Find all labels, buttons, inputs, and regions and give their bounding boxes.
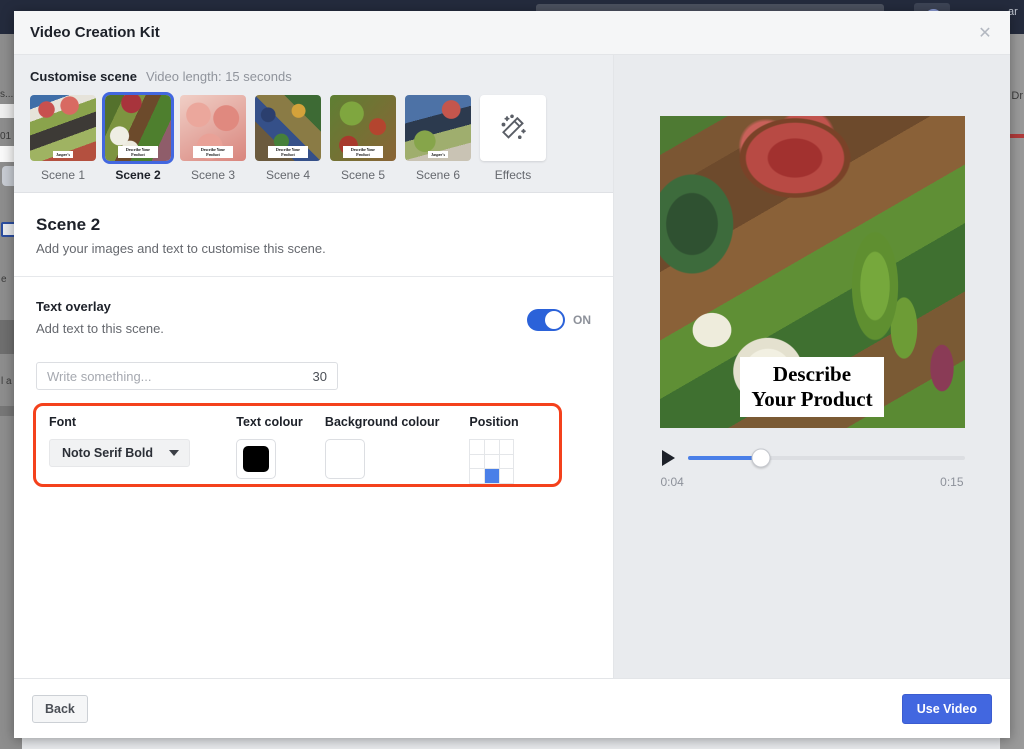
position-cell-8[interactable] — [499, 469, 514, 483]
player-controls: 0:04 0:15 — [660, 448, 965, 489]
video-preview: Describe Your Product — [659, 116, 965, 428]
time-row: 0:04 0:15 — [660, 475, 965, 489]
use-video-button[interactable]: Use Video — [901, 693, 992, 724]
background-colour-control: Background colour — [324, 415, 469, 484]
text-overlay-header: Text overlay Add text to this scene. ON — [36, 299, 591, 336]
player-row — [660, 448, 965, 468]
position-cell-0[interactable] — [470, 440, 485, 454]
scene-item-3[interactable]: Describe Your Product Scene 3 — [180, 95, 246, 182]
scene-detail-title: Scene 2 — [36, 215, 101, 234]
scene-thumbnail: Jasper's — [405, 95, 471, 161]
text-overlay-subtitle: Add text to this scene. — [36, 321, 164, 336]
text-overlay-title: Text overlay — [36, 299, 111, 314]
text-style-controls-highlight: Font Noto Serif Bold Text colour Backgro… — [33, 403, 562, 487]
position-cell-3[interactable] — [470, 454, 485, 469]
character-count: 30 — [312, 368, 327, 384]
current-time: 0:04 — [660, 475, 684, 489]
scene-item-label: Scene 5 — [340, 168, 386, 182]
scene-thumbnail: Describe Your Product — [255, 95, 321, 161]
scene-item-2[interactable]: Describe Your Product Scene 2 — [105, 95, 171, 182]
text-colour-control: Text colour — [236, 415, 325, 484]
position-cell-1[interactable] — [485, 440, 499, 454]
text-colour-label: Text colour — [236, 415, 303, 429]
text-overlay-toggle-label: ON — [573, 313, 591, 327]
font-control: Font Noto Serif Bold — [49, 415, 236, 484]
position-cell-7[interactable] — [485, 469, 499, 483]
back-button[interactable]: Back — [32, 694, 88, 723]
position-label: Position — [469, 415, 519, 429]
position-cell-4[interactable] — [485, 454, 499, 469]
scene-thumbnail-caption: Describe Your Product — [343, 146, 383, 158]
scene-thumbnail-list: Jasper's Scene 1 Describe Your Product Scen… — [30, 95, 597, 182]
scene-item-label: Scene 2 — [115, 168, 161, 182]
total-time: 0:15 — [940, 475, 964, 489]
background-left-fragment-3: e — [1, 274, 7, 285]
dialog-title: Video Creation Kit — [30, 24, 160, 41]
scene-thumbnail-caption: Describe Your Product — [118, 146, 158, 158]
play-icon[interactable] — [661, 450, 675, 466]
font-select-value: Noto Serif Bold — [62, 446, 153, 460]
scene-item-label: Effects — [494, 168, 532, 182]
text-overlay-toggle-wrap: ON — [527, 299, 591, 331]
video-creation-kit-dialog: Video Creation Kit ✕ Customise scene Vid… — [14, 11, 1010, 738]
background-colour-label: Background colour — [324, 415, 440, 429]
dialog-header: Video Creation Kit ✕ — [14, 11, 1010, 55]
scene-thumbnail-caption: Jasper's — [53, 151, 73, 158]
close-icon[interactable]: ✕ — [972, 20, 998, 46]
scene-strip-header: Customise scene Video length: 15 seconds — [30, 69, 597, 84]
dialog-body: Customise scene Video length: 15 seconds… — [14, 55, 1010, 678]
scene-item-1[interactable]: Jasper's Scene 1 — [30, 95, 96, 182]
background-left-fragment-4: l a — [1, 376, 12, 387]
scrubber-thumb[interactable] — [751, 448, 771, 468]
customise-scene-label: Customise scene — [30, 69, 137, 84]
scene-thumbnail-caption: Describe Your Product — [193, 146, 233, 158]
scene-detail-section: Scene 2 Add your images and text to cust… — [14, 193, 613, 277]
position-control: Position — [469, 415, 559, 484]
text-overlay-toggle[interactable] — [527, 309, 565, 331]
scene-detail-subtitle: Add your images and text to customise th… — [36, 241, 326, 256]
text-colour-swatch[interactable] — [236, 439, 277, 479]
scene-thumbnail: Jasper's — [30, 95, 96, 161]
scene-strip: Customise scene Video length: 15 seconds… — [14, 55, 613, 193]
scene-item-effects[interactable]: Effects — [480, 95, 546, 182]
background-right-fragment: Dr — [1011, 90, 1023, 102]
text-input-row: 30 — [36, 362, 591, 390]
chevron-down-icon — [169, 450, 179, 456]
position-grid[interactable] — [469, 439, 515, 484]
dialog-footer: Back Use Video — [14, 678, 1010, 738]
magic-wand-icon — [480, 95, 546, 161]
position-cell-2[interactable] — [499, 440, 514, 454]
font-select[interactable]: Noto Serif Bold — [49, 439, 190, 467]
text-style-controls-row: Font Noto Serif Bold Text colour Backgro… — [49, 415, 559, 484]
scene-item-label: Scene 4 — [265, 168, 311, 182]
scene-item-4[interactable]: Describe Your Product Scene 4 — [255, 95, 321, 182]
position-cell-5[interactable] — [499, 454, 514, 469]
scene-item-6[interactable]: Jasper's Scene 6 — [405, 95, 471, 182]
preview-pane: Describe Your Product 0:04 0:15 — [614, 55, 1010, 678]
background-colour-value — [331, 446, 358, 472]
scrubber-track[interactable] — [687, 448, 965, 468]
scene-thumbnail-caption: Jasper's — [428, 151, 448, 158]
scene-item-label: Scene 1 — [40, 168, 86, 182]
font-label: Font — [49, 415, 77, 429]
preview-caption: Describe Your Product — [740, 357, 884, 417]
scene-item-label: Scene 6 — [415, 168, 461, 182]
text-colour-value — [243, 446, 270, 472]
text-input-box[interactable]: 30 — [36, 362, 338, 390]
background-colour-swatch[interactable] — [324, 439, 365, 479]
text-overlay-labels: Text overlay Add text to this scene. — [36, 299, 527, 336]
overlay-text-input[interactable] — [47, 368, 313, 384]
scene-thumbnail: Describe Your Product — [330, 95, 396, 161]
scrubber-fill — [687, 456, 762, 460]
position-cell-6[interactable] — [470, 469, 485, 483]
scene-thumbnail-caption: Describe Your Product — [268, 146, 308, 158]
scene-item-5[interactable]: Describe Your Product Scene 5 — [330, 95, 396, 182]
scene-thumbnail: Describe Your Product — [180, 95, 246, 161]
video-length-label: Video length: 15 seconds — [145, 69, 292, 84]
editor-pane: Customise scene Video length: 15 seconds… — [14, 55, 614, 678]
text-overlay-section: Text overlay Add text to this scene. ON … — [14, 277, 613, 678]
scene-item-label: Scene 3 — [190, 168, 236, 182]
scene-thumbnail: Describe Your Product — [105, 95, 171, 161]
